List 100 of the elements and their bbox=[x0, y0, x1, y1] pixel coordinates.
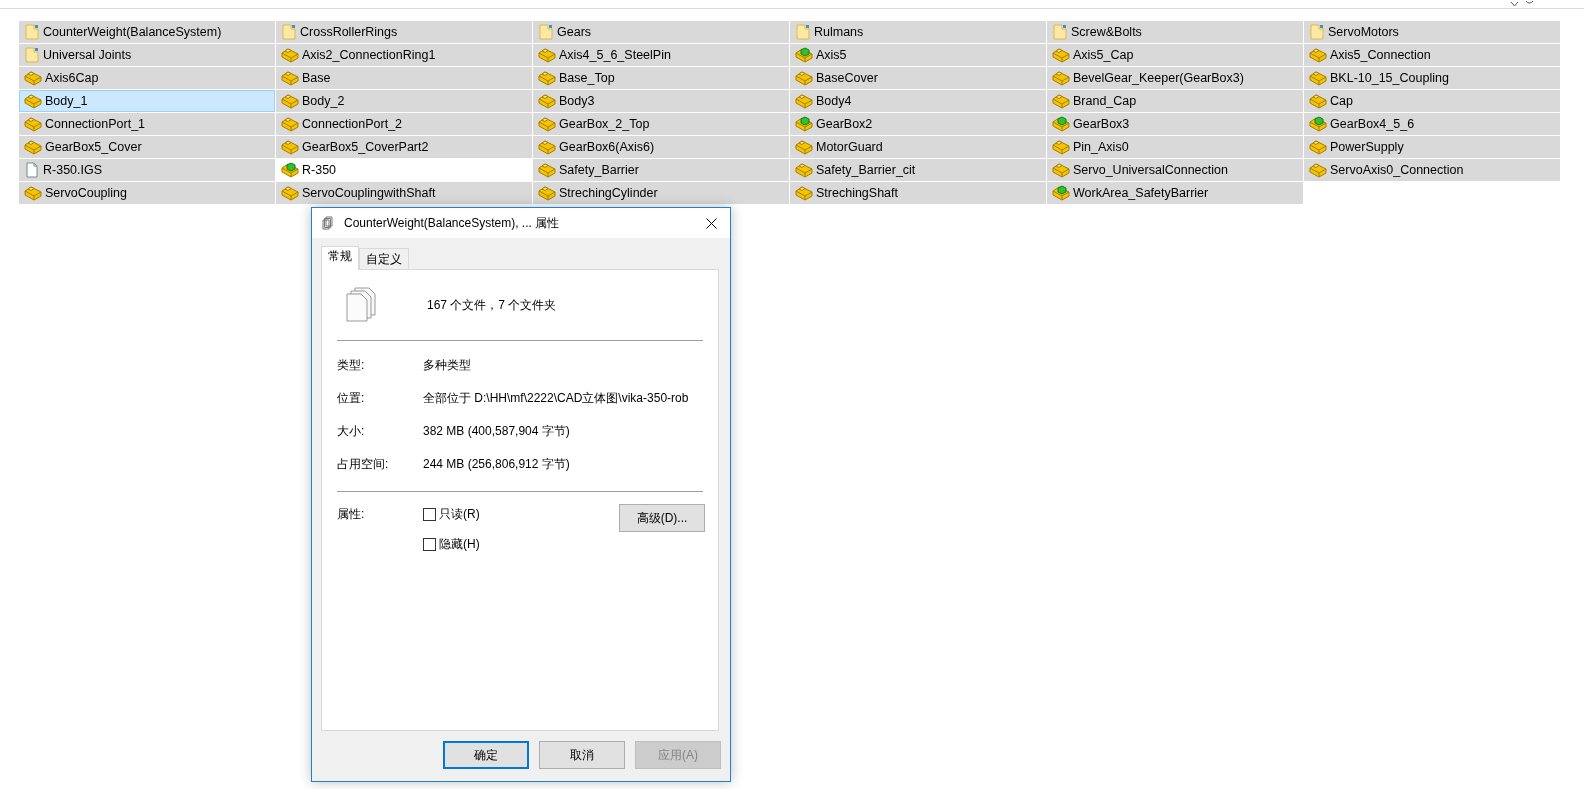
part-icon bbox=[538, 185, 556, 201]
file-item[interactable]: R-350.IGS bbox=[19, 159, 275, 181]
file-item[interactable]: Body4 bbox=[790, 90, 1046, 112]
dropdown-icon[interactable] bbox=[1510, 2, 1519, 8]
file-item[interactable]: Body3 bbox=[533, 90, 789, 112]
file-item[interactable]: MotorGuard bbox=[790, 136, 1046, 158]
folder-icon bbox=[1309, 24, 1325, 40]
part-icon bbox=[24, 70, 42, 86]
file-item[interactable]: BKL-10_15_Coupling bbox=[1304, 67, 1560, 89]
file-name: Axis5_Connection bbox=[1330, 48, 1431, 62]
file-item[interactable]: Safety_Barrier bbox=[533, 159, 789, 181]
file-item[interactable]: GearBox2 bbox=[790, 113, 1046, 135]
file-item[interactable]: GearBox6(Axis6) bbox=[533, 136, 789, 158]
file-item[interactable]: R-350 bbox=[276, 159, 532, 181]
part-icon bbox=[1309, 162, 1327, 178]
file-item[interactable]: Screw&Bolts bbox=[1047, 21, 1303, 43]
file-item[interactable]: StrechingCylinder bbox=[533, 182, 789, 204]
file-item[interactable]: GearBox3 bbox=[1047, 113, 1303, 135]
file-item[interactable]: Cap bbox=[1304, 90, 1560, 112]
file-item[interactable]: PowerSupply bbox=[1304, 136, 1560, 158]
assembly-icon bbox=[1052, 185, 1070, 201]
checkbox[interactable] bbox=[423, 507, 436, 521]
file-item[interactable]: ConnectionPort_2 bbox=[276, 113, 532, 135]
part-icon bbox=[1052, 47, 1070, 63]
file-name: GearBox4_5_6 bbox=[1330, 117, 1415, 131]
file-item[interactable]: GearBox4_5_6 bbox=[1304, 113, 1560, 135]
file-item[interactable]: Axis2_ConnectionRing1 bbox=[276, 44, 532, 66]
file-item[interactable]: Body_2 bbox=[276, 90, 532, 112]
file-item[interactable]: GearBox_2_Top bbox=[533, 113, 789, 135]
part-icon bbox=[538, 116, 556, 132]
part-icon bbox=[795, 93, 813, 109]
file-name: GearBox5_CoverPart2 bbox=[302, 140, 429, 154]
part-icon bbox=[1052, 70, 1070, 86]
file-item[interactable]: ServoCoupling bbox=[19, 182, 275, 204]
checkbox-label[interactable]: 只读(R) bbox=[439, 505, 480, 523]
advanced-button[interactable]: 高级(D)... bbox=[619, 504, 705, 532]
file-item[interactable]: Servo_UniversalConnection bbox=[1047, 159, 1303, 181]
file-item[interactable]: BaseCover bbox=[790, 67, 1046, 89]
part-icon bbox=[795, 139, 813, 155]
file-name: Cap bbox=[1330, 94, 1353, 108]
file-item[interactable]: ConnectionPort_1 bbox=[19, 113, 275, 135]
tab[interactable]: 常规 bbox=[321, 246, 359, 270]
file-name: ConnectionPort_2 bbox=[302, 117, 403, 131]
file-item[interactable]: StrechingShaft bbox=[790, 182, 1046, 204]
file-name: GearBox2 bbox=[816, 117, 873, 131]
part-icon bbox=[281, 93, 299, 109]
file-name: Safety_Barrier bbox=[559, 163, 639, 177]
file-name: Axis6Cap bbox=[45, 71, 99, 85]
field-value: 多种类型 bbox=[423, 357, 471, 374]
part-icon bbox=[538, 47, 556, 63]
field-value: 244 MB (256,806,912 字节) bbox=[423, 456, 570, 473]
part-icon bbox=[24, 185, 42, 201]
file-item[interactable]: Rulmans bbox=[790, 21, 1046, 43]
file-item[interactable]: Safety_Barrier_cit bbox=[790, 159, 1046, 181]
field-value: 全部位于 D:\HH\mf\2222\CAD立体图\vika-350-rob bbox=[423, 390, 689, 407]
checkbox-label[interactable]: 隐藏(H) bbox=[439, 535, 480, 553]
file-item[interactable]: Pin_Axis0 bbox=[1047, 136, 1303, 158]
file-item[interactable]: Universal Joints bbox=[19, 44, 275, 66]
folder-icon bbox=[538, 24, 554, 40]
field-label: 位置: bbox=[337, 390, 366, 407]
file-item[interactable]: WorkArea_SafetyBarrier bbox=[1047, 182, 1303, 204]
file-name: BaseCover bbox=[816, 71, 878, 85]
file-item[interactable]: Base bbox=[276, 67, 532, 89]
checkbox[interactable] bbox=[423, 537, 436, 551]
file-name: Base_Top bbox=[559, 71, 615, 85]
file-item[interactable]: ServoCouplingwithShaft bbox=[276, 182, 532, 204]
close-icon[interactable] bbox=[705, 217, 717, 229]
file-name: Gears bbox=[557, 25, 592, 39]
file-item[interactable]: Base_Top bbox=[533, 67, 789, 89]
part-icon bbox=[1309, 93, 1327, 109]
part-icon bbox=[24, 116, 42, 132]
file-item[interactable]: CounterWeight(BalanceSystem) bbox=[19, 21, 275, 43]
file-name: GearBox6(Axis6) bbox=[559, 140, 655, 154]
file-item[interactable]: Body_1 bbox=[19, 90, 275, 112]
file-item[interactable]: Axis5_Cap bbox=[1047, 44, 1303, 66]
file-name: Pin_Axis0 bbox=[1073, 140, 1129, 154]
part-icon bbox=[538, 93, 556, 109]
file-item[interactable]: Gears bbox=[533, 21, 789, 43]
field-value: 382 MB (400,587,904 字节) bbox=[423, 423, 570, 440]
tab[interactable]: 自定义 bbox=[359, 248, 409, 269]
file-item[interactable]: Axis4_5_6_SteelPin bbox=[533, 44, 789, 66]
file-name: BKL-10_15_Coupling bbox=[1330, 71, 1449, 85]
file-item[interactable]: ServoAxis0_Connection bbox=[1304, 159, 1560, 181]
file-item[interactable]: GearBox5_CoverPart2 bbox=[276, 136, 532, 158]
file-name: Base bbox=[302, 71, 331, 85]
field-label: 占用空间: bbox=[337, 456, 390, 473]
dialog-button[interactable]: 取消 bbox=[539, 741, 625, 769]
file-item[interactable]: Axis5_Connection bbox=[1304, 44, 1560, 66]
file-name: Body4 bbox=[816, 94, 852, 108]
part-icon bbox=[281, 185, 299, 201]
file-item[interactable]: BevelGear_Keeper(GearBox3) bbox=[1047, 67, 1303, 89]
part-icon bbox=[795, 185, 813, 201]
part-icon bbox=[281, 139, 299, 155]
dialog-button[interactable]: 确定 bbox=[443, 741, 529, 769]
file-item[interactable]: CrossRollerRings bbox=[276, 21, 532, 43]
file-item[interactable]: Axis5 bbox=[790, 44, 1046, 66]
file-item[interactable]: Brand_Cap bbox=[1047, 90, 1303, 112]
file-item[interactable]: Axis6Cap bbox=[19, 67, 275, 89]
file-item[interactable]: GearBox5_Cover bbox=[19, 136, 275, 158]
file-item[interactable]: ServoMotors bbox=[1304, 21, 1560, 43]
